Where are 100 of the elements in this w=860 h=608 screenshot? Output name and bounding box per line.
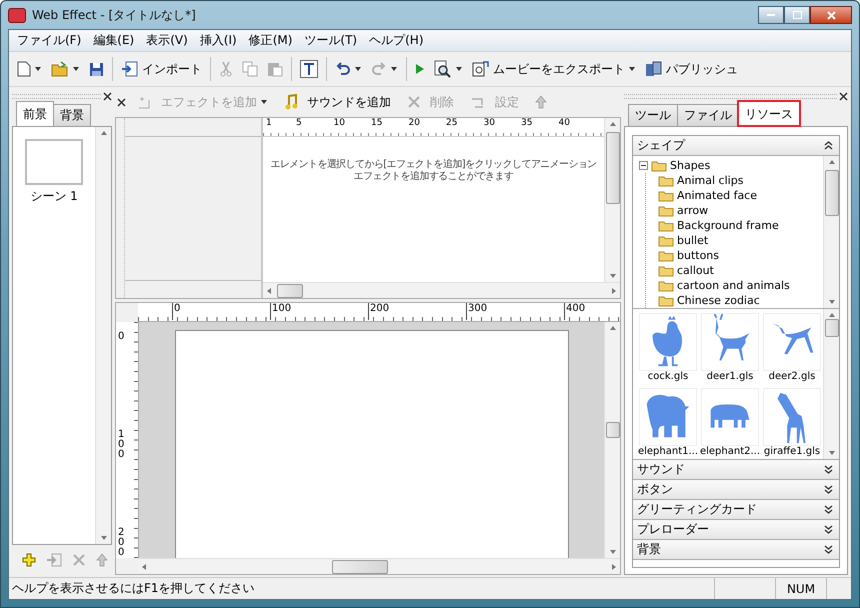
tree-item[interactable]: buttons: [677, 249, 720, 262]
folder-icon: [658, 250, 674, 262]
section-header[interactable]: グリーティングカード: [633, 500, 839, 520]
plus-icon: [22, 553, 36, 567]
file-name: cock.gls: [648, 371, 688, 382]
up-arrow-icon: [535, 95, 547, 109]
menu-item[interactable]: ファイル(F): [11, 30, 88, 51]
section-title: プレローダー: [637, 521, 709, 538]
ruler-label: 100: [118, 430, 126, 460]
menu-item[interactable]: ヘルプ(H): [363, 30, 430, 51]
section-header[interactable]: ボタン: [633, 480, 839, 500]
num-lock-indicator: NUM: [775, 578, 826, 599]
copy-icon: [242, 61, 258, 77]
toolbar-button[interactable]: ムービーをエクスポート: [468, 56, 640, 82]
folder-icon: [658, 280, 674, 292]
maximize-button[interactable]: [784, 6, 810, 24]
magnifier-icon: [434, 60, 452, 78]
folder-icon: [658, 204, 674, 216]
document-arrow-icon: [121, 61, 139, 77]
tab[interactable]: 背景: [53, 104, 91, 126]
maximize-icon: [792, 11, 802, 19]
tree-item[interactable]: bullet: [677, 234, 708, 247]
horizontal-scrollbar[interactable]: [138, 558, 620, 574]
app-icon: [8, 8, 26, 22]
folder-icon: [658, 294, 674, 306]
file-name: elephant2...: [700, 446, 760, 457]
timeline-hint: エレメントを選択してから[エフェクトを追加]をクリックしてアニメーション: [270, 159, 597, 170]
vertical-scrollbar[interactable]: [604, 322, 620, 558]
tree-item[interactable]: arrow: [677, 204, 708, 217]
ruler-label: 30: [484, 118, 495, 128]
menu-item[interactable]: 修正(M): [242, 30, 298, 51]
tree-item[interactable]: Animal clips: [677, 174, 744, 187]
ruler-label: 15: [371, 118, 382, 128]
timeline-toolbar-button[interactable]: サウンドを追加: [280, 89, 395, 115]
collapse-toggle-icon[interactable]: [639, 161, 648, 170]
tab[interactable]: リソース: [738, 101, 800, 126]
ruler-label: 40: [558, 118, 570, 128]
toolbar-button[interactable]: パブリッシュ: [641, 56, 742, 82]
panel-action-button[interactable]: [20, 551, 38, 569]
minimize-icon: [767, 14, 775, 16]
ruler-label: 1: [266, 118, 272, 128]
ruler-label: 0: [118, 332, 126, 342]
vertical-scrollbar[interactable]: [604, 118, 620, 282]
section-title: グリーティングカード: [637, 501, 757, 518]
folder-icon: [658, 234, 674, 246]
file-name: deer2.gls: [768, 371, 816, 382]
undo-icon: [335, 62, 351, 76]
section-header[interactable]: シェイプ: [633, 136, 839, 156]
menu-item[interactable]: 挿入(I): [194, 30, 243, 51]
section-title: シェイプ: [637, 137, 685, 154]
section-header[interactable]: サウンド: [633, 460, 839, 480]
tab[interactable]: ファイル: [677, 104, 739, 126]
menu-item[interactable]: ツール(T): [298, 30, 364, 51]
section-header[interactable]: 背景: [633, 540, 839, 560]
file-name: deer1.gls: [706, 371, 754, 382]
ruler-label: 10: [334, 118, 345, 128]
rhino-drawing: [710, 404, 750, 428]
ruler-label: 20: [408, 118, 420, 128]
giraffe-drawing: [778, 392, 806, 444]
minimize-button[interactable]: [758, 6, 784, 24]
ruler-label: 0: [172, 303, 180, 320]
vertical-scrollbar[interactable]: [823, 156, 839, 308]
tree-item[interactable]: Animated face: [677, 189, 757, 202]
cross-icon: [407, 95, 421, 109]
close-button[interactable]: [810, 6, 852, 24]
file-name: giraffe1.gls: [764, 446, 820, 457]
tab[interactable]: 前景: [16, 101, 54, 126]
toolbar-button[interactable]: インポート: [117, 56, 206, 82]
vertical-scrollbar[interactable]: [823, 309, 839, 459]
ruler-label: 200: [368, 303, 390, 320]
folder-icon: [658, 220, 674, 232]
horizontal-scrollbar[interactable]: [263, 282, 620, 298]
music-note-icon: [284, 94, 298, 110]
document-icon: [17, 61, 31, 77]
deer-drawing: [714, 313, 750, 360]
tree-item[interactable]: Chinese zodiac: [677, 294, 760, 307]
section-title: サウンド: [637, 461, 685, 478]
clipboard-icon: [267, 61, 283, 77]
file-name: elephant1...: [638, 446, 698, 457]
folder-icon: [658, 264, 674, 276]
folder-icon: [651, 160, 667, 172]
close-icon[interactable]: [103, 92, 112, 100]
import-icon: [46, 553, 62, 567]
tree-item[interactable]: cartoon and animals: [677, 279, 790, 292]
ruler-label: 200: [118, 528, 126, 558]
close-icon[interactable]: [117, 98, 126, 106]
menu-item[interactable]: 編集(E): [87, 30, 140, 51]
ruler-label: 35: [521, 118, 532, 128]
tree-item[interactable]: Shapes: [670, 159, 710, 172]
close-icon[interactable]: [839, 92, 848, 100]
redo-icon: [371, 62, 387, 76]
folder-icon: [658, 174, 674, 186]
folder-icon: [51, 61, 69, 77]
vertical-scrollbar[interactable]: [95, 127, 111, 544]
tab[interactable]: ツール: [628, 104, 678, 126]
menu-item[interactable]: 表示(V): [140, 30, 194, 51]
section-header[interactable]: プレローダー: [633, 520, 839, 540]
tree-item[interactable]: callout: [677, 264, 714, 277]
tree-item[interactable]: Background frame: [677, 219, 779, 232]
elephant-drawing: [646, 394, 690, 438]
